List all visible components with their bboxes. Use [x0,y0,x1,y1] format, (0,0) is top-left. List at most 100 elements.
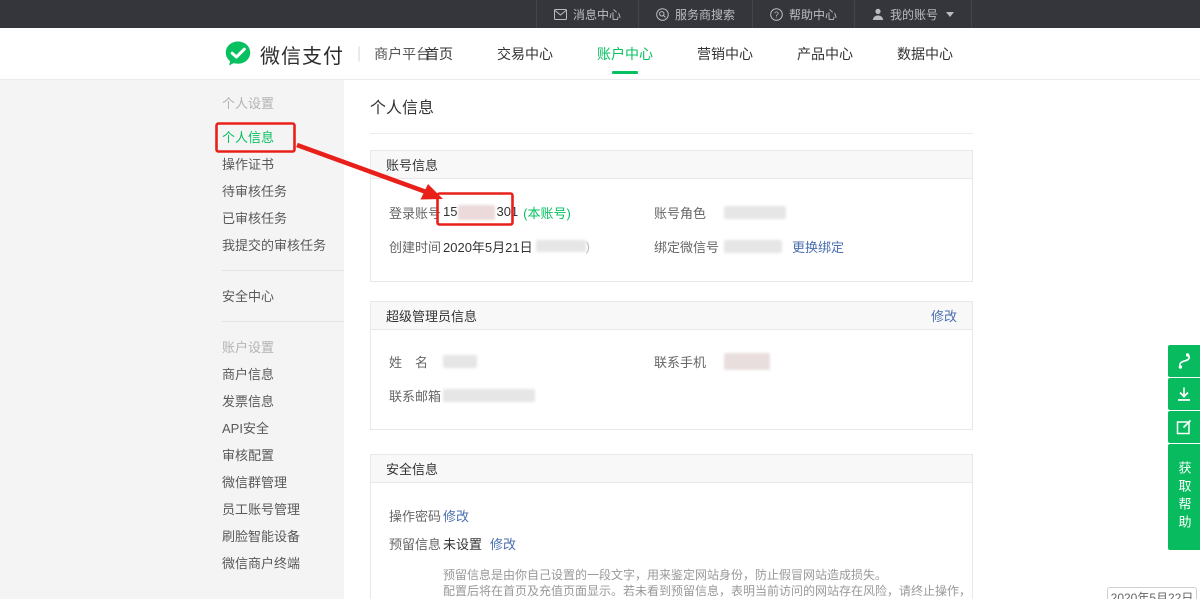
field-label: 预留信息 [389,534,443,553]
reserved-info-description: 预留信息是由你自己设置的一段文字，用来鉴定网站身份，防止假冒网站造成损失。 配置… [443,567,972,599]
redacted-login-digits [458,205,495,220]
admin-name-field: 姓 名 [371,352,654,371]
sidebar-item-personal-info[interactable]: 个人信息 [222,124,344,151]
edit-admin-link[interactable]: 修改 [931,306,957,325]
wechat-pay-merchant-page: 消息中心 服务商搜索 ? 帮助中心 我的账号 微信支付 | 商户平台 首页 [0,0,1200,599]
sidebar-item-my-submitted-tasks[interactable]: 我提交的审核任务 [222,232,344,259]
edit-reserved-info-link[interactable]: 修改 [490,534,516,553]
nav-product-center[interactable]: 产品中心 [775,28,875,80]
nav-marketing-center[interactable]: 营销中心 [675,28,775,80]
date-tooltip: 2020年5月22日 [1107,587,1197,599]
sidebar-item-face-smart-device[interactable]: 刷脸智能设备 [222,523,344,550]
sidebar-item-invoice-info[interactable]: 发票信息 [222,388,344,415]
super-admin-header: 超级管理员信息 修改 [371,302,972,330]
main-content: 个人信息 账号信息 登录账号 15301 (本账号) [344,80,1200,599]
security-info-section: 安全信息 操作密码 修改 预留信息 未设置 修改 [370,454,973,599]
field-label: 绑定微信号 [654,237,724,256]
sidebar-divider [222,270,344,271]
field-label: 账号角色 [654,203,724,222]
account-info-header: 账号信息 [371,151,972,179]
security-info-header: 安全信息 [371,455,972,483]
sidebar-item-wechat-merchant-terminal[interactable]: 微信商户终端 [222,550,344,577]
change-binding-link[interactable]: 更换绑定 [792,237,844,256]
contact-phone-field: 联系手机 [654,352,770,371]
brand-separator: | [357,45,361,63]
user-icon [872,8,884,20]
help-center-item[interactable]: ? 帮助中心 [752,0,854,28]
created-time-value: 2020年5月21日 [443,237,533,256]
redacted-wechat-id [724,240,782,253]
sidebar-group-personal-settings: 个人设置 [222,90,344,117]
current-account-note: (本账号) [523,203,571,222]
field-label: 操作密码 [389,506,443,525]
sidebar-item-operation-certificate[interactable]: 操作证书 [222,151,344,178]
sidebar-item-pending-review-tasks[interactable]: 待审核任务 [222,178,344,205]
field-label: 姓 名 [389,352,443,371]
created-tail: ) [586,239,590,254]
link-icon [1176,352,1192,370]
sidebar: 个人设置 个人信息 操作证书 待审核任务 已审核任务 我提交的审核任务 安全中心… [0,80,344,599]
account-role-field: 账号角色 [654,203,786,222]
sidebar-divider [222,321,344,322]
account-info-section: 账号信息 登录账号 15301 (本账号) 账号角色 [370,150,973,282]
description-line: 配置后将在首页及充值页面显示。若未看到预留信息，表明当前访问的网站存在风险，请终… [443,583,972,599]
nav-data-center[interactable]: 数据中心 [875,28,975,80]
sidebar-item-review-config[interactable]: 审核配置 [222,442,344,469]
topbar-item-label: 帮助中心 [789,6,837,23]
nav-transaction-center[interactable]: 交易中心 [475,28,575,80]
redacted-contact-email [443,389,535,402]
field-label: 登录账号 [389,203,443,222]
primary-nav: 首页 交易中心 账户中心 营销中心 产品中心 数据中心 [403,28,975,80]
wechat-pay-logo-icon [224,40,252,68]
share-link-button[interactable] [1168,345,1200,377]
nav-home[interactable]: 首页 [403,28,475,80]
sidebar-item-staff-account-management[interactable]: 员工账号管理 [222,496,344,523]
sidebar-item-wechat-group-management[interactable]: 微信群管理 [222,469,344,496]
title-divider [370,133,973,134]
download-icon [1176,386,1192,402]
search-icon [656,8,669,21]
topbar-item-label: 消息中心 [573,6,621,23]
super-admin-section: 超级管理员信息 修改 姓 名 联系手机 [370,301,973,430]
topbar-item-label: 服务商搜索 [675,6,735,23]
provider-search-item[interactable]: 服务商搜索 [638,0,752,28]
get-help-label: 获取帮助 [1175,461,1194,533]
redacted-admin-name [443,355,477,368]
mail-icon [554,9,567,20]
section-title: 超级管理员信息 [386,306,477,325]
get-help-button[interactable]: 获取帮助 [1168,444,1200,550]
edit-password-link[interactable]: 修改 [443,506,469,525]
description-line: 预留信息是由你自己设置的一段文字，用来鉴定网站身份，防止假冒网站造成损失。 [443,567,972,583]
redacted-account-role [724,206,786,219]
nav-account-center[interactable]: 账户中心 [575,28,675,80]
field-label: 创建时间 [389,237,443,256]
download-button[interactable] [1168,378,1200,410]
floating-tools: 获取帮助 [1168,345,1200,550]
page-title: 个人信息 [370,94,973,118]
top-utility-bar: 消息中心 服务商搜索 ? 帮助中心 我的账号 [0,0,1200,28]
sidebar-menu: 个人设置 个人信息 操作证书 待审核任务 已审核任务 我提交的审核任务 安全中心… [222,90,344,577]
sidebar-item-reviewed-tasks[interactable]: 已审核任务 [222,205,344,232]
contact-email-field: 联系邮箱 [371,386,535,405]
my-account-item[interactable]: 我的账号 [854,0,972,28]
chevron-down-icon [946,12,954,17]
field-label: 联系邮箱 [389,386,443,405]
redacted-created-detail [536,240,586,252]
brand-logo[interactable]: 微信支付 | 商户平台 [224,28,430,80]
sidebar-item-api-security[interactable]: API安全 [222,415,344,442]
sidebar-item-merchant-info[interactable]: 商户信息 [222,361,344,388]
feedback-button[interactable] [1168,411,1200,443]
login-account-field: 登录账号 15301 (本账号) [371,203,654,222]
section-title: 账号信息 [386,155,438,174]
field-label: 联系手机 [654,352,724,371]
reserved-info-field: 预留信息 未设置 修改 [371,534,516,553]
sidebar-item-security-center[interactable]: 安全中心 [222,283,344,310]
created-time-field: 创建时间 2020年5月21日 ) [371,237,654,256]
svg-text:?: ? [774,9,779,19]
edit-icon [1176,419,1192,435]
operation-password-field: 操作密码 修改 [371,506,469,525]
reserved-info-status: 未设置 [443,534,482,553]
message-center-item[interactable]: 消息中心 [536,0,638,28]
help-icon: ? [770,8,783,21]
login-account-value: 15301 [443,204,518,220]
